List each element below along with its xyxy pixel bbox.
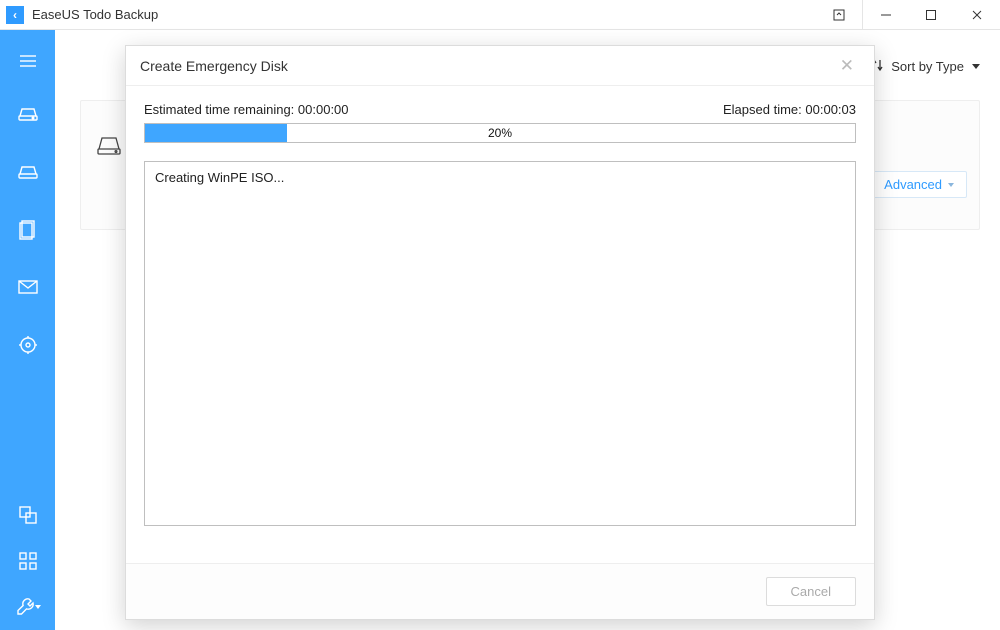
drive-icon bbox=[95, 133, 123, 162]
sidebar-mail-backup[interactable] bbox=[0, 258, 55, 316]
app-title: EaseUS Todo Backup bbox=[32, 7, 158, 22]
titlebar: ‹ EaseUS Todo Backup bbox=[0, 0, 1000, 30]
sidebar-system-backup[interactable] bbox=[0, 142, 55, 200]
elapsed-time-label: Elapsed time: bbox=[723, 102, 802, 117]
minimize-button[interactable] bbox=[862, 0, 908, 30]
sidebar-tools-grid[interactable] bbox=[0, 538, 55, 584]
progress-bar: 20% bbox=[144, 123, 856, 143]
sidebar-smart-backup[interactable] bbox=[0, 316, 55, 374]
estimated-time-label: Estimated time remaining: bbox=[144, 102, 294, 117]
advanced-label: Advanced bbox=[884, 177, 942, 192]
sort-label: Sort by Type bbox=[891, 59, 964, 74]
sidebar-clone[interactable] bbox=[0, 492, 55, 538]
log-line: Creating WinPE ISO... bbox=[155, 170, 845, 185]
chevron-down-icon bbox=[972, 64, 980, 69]
cancel-button[interactable]: Cancel bbox=[766, 577, 856, 606]
dialog-header: Create Emergency Disk ✕ bbox=[126, 46, 874, 86]
sort-control[interactable]: Sort by Type bbox=[871, 58, 980, 75]
sidebar-file-backup[interactable] bbox=[0, 200, 55, 258]
dialog-footer: Cancel bbox=[126, 563, 874, 619]
progress-percent-text: 20% bbox=[145, 124, 855, 142]
advanced-button[interactable]: Advanced bbox=[869, 171, 967, 198]
log-output: Creating WinPE ISO... bbox=[144, 161, 856, 526]
maximize-button[interactable] bbox=[908, 0, 954, 30]
dialog-title: Create Emergency Disk bbox=[140, 58, 288, 74]
close-button[interactable] bbox=[954, 0, 1000, 30]
chevron-down-icon bbox=[948, 183, 954, 187]
sidebar-disk-backup[interactable] bbox=[0, 84, 55, 142]
time-row: Estimated time remaining: 00:00:00 Elaps… bbox=[144, 102, 856, 117]
elapsed-time-value: 00:00:03 bbox=[805, 102, 856, 117]
collapse-button[interactable] bbox=[816, 0, 862, 30]
create-emergency-disk-dialog: Create Emergency Disk ✕ Estimated time r… bbox=[125, 45, 875, 620]
estimated-time-value: 00:00:00 bbox=[298, 102, 349, 117]
sidebar-menu-button[interactable] bbox=[0, 38, 55, 84]
main-area: Sort by Type Advanced Create Emergency D… bbox=[55, 30, 1000, 630]
app-logo-icon: ‹ bbox=[6, 6, 24, 24]
sidebar-settings-wrench[interactable] bbox=[0, 584, 55, 630]
chevron-down-icon bbox=[35, 605, 41, 609]
dialog-close-button[interactable]: ✕ bbox=[834, 52, 860, 80]
sidebar bbox=[0, 30, 55, 630]
